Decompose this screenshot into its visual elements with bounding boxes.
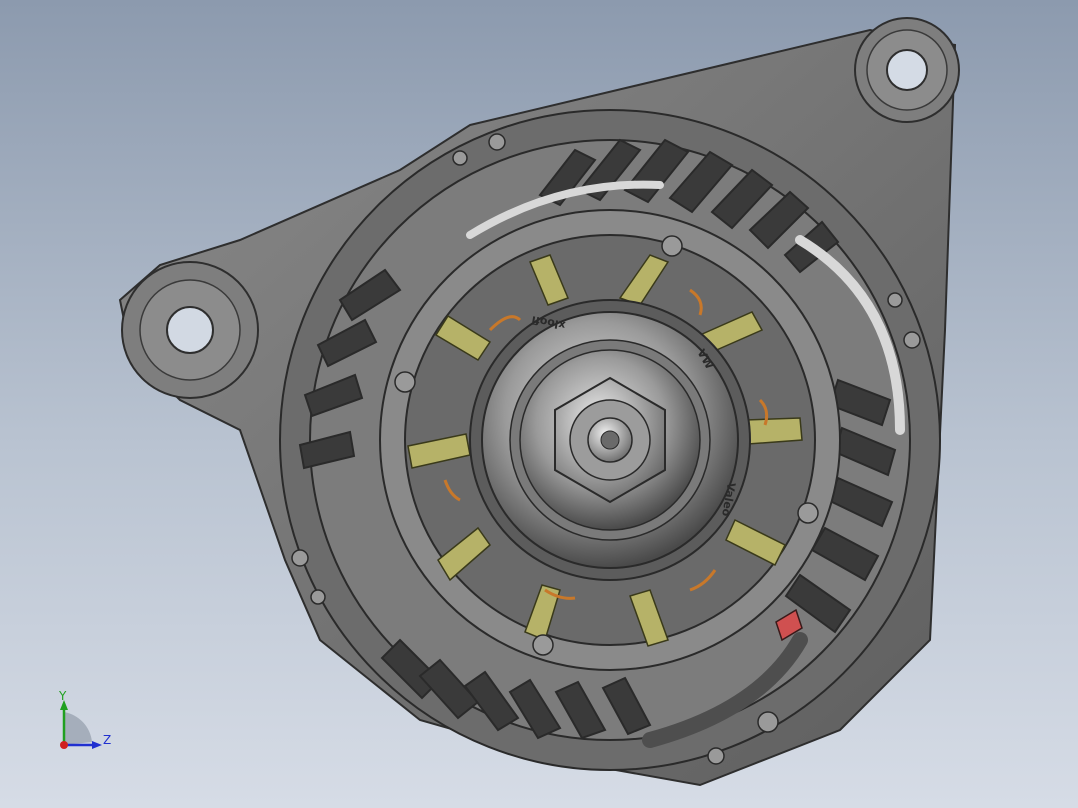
triad-y-label: Y [58,689,67,703]
shaft-center [600,430,620,450]
mount-ear-top-right [854,17,960,123]
triad-z-label: Z [103,733,111,747]
mount-ear-left [121,261,259,399]
coordinate-triad: Y Z [58,689,111,749]
cad-viewport[interactable]: xloofi VW Valeo Y Z [0,0,1078,808]
alternator-model[interactable]: xloofi VW Valeo Y Z [0,0,1078,808]
